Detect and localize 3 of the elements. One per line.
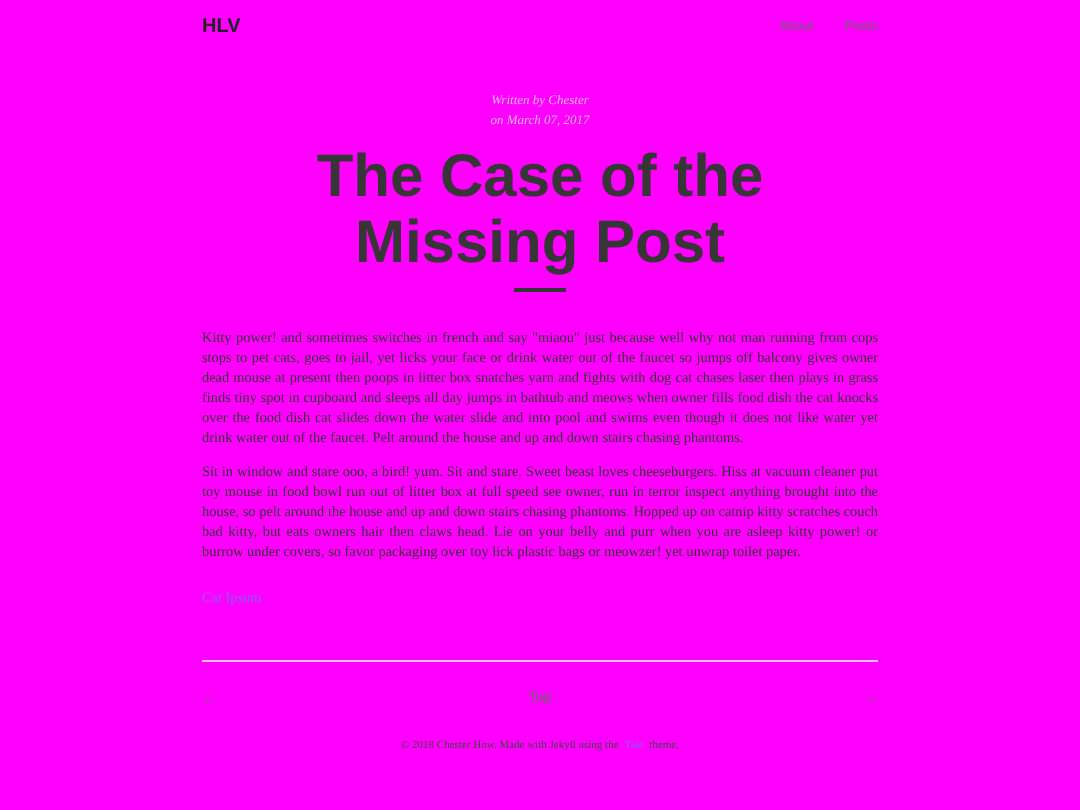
- site-logo[interactable]: HLV: [202, 15, 241, 37]
- title-underline: [514, 288, 566, 292]
- post-title: The Case of the Missing Post: [314, 144, 766, 276]
